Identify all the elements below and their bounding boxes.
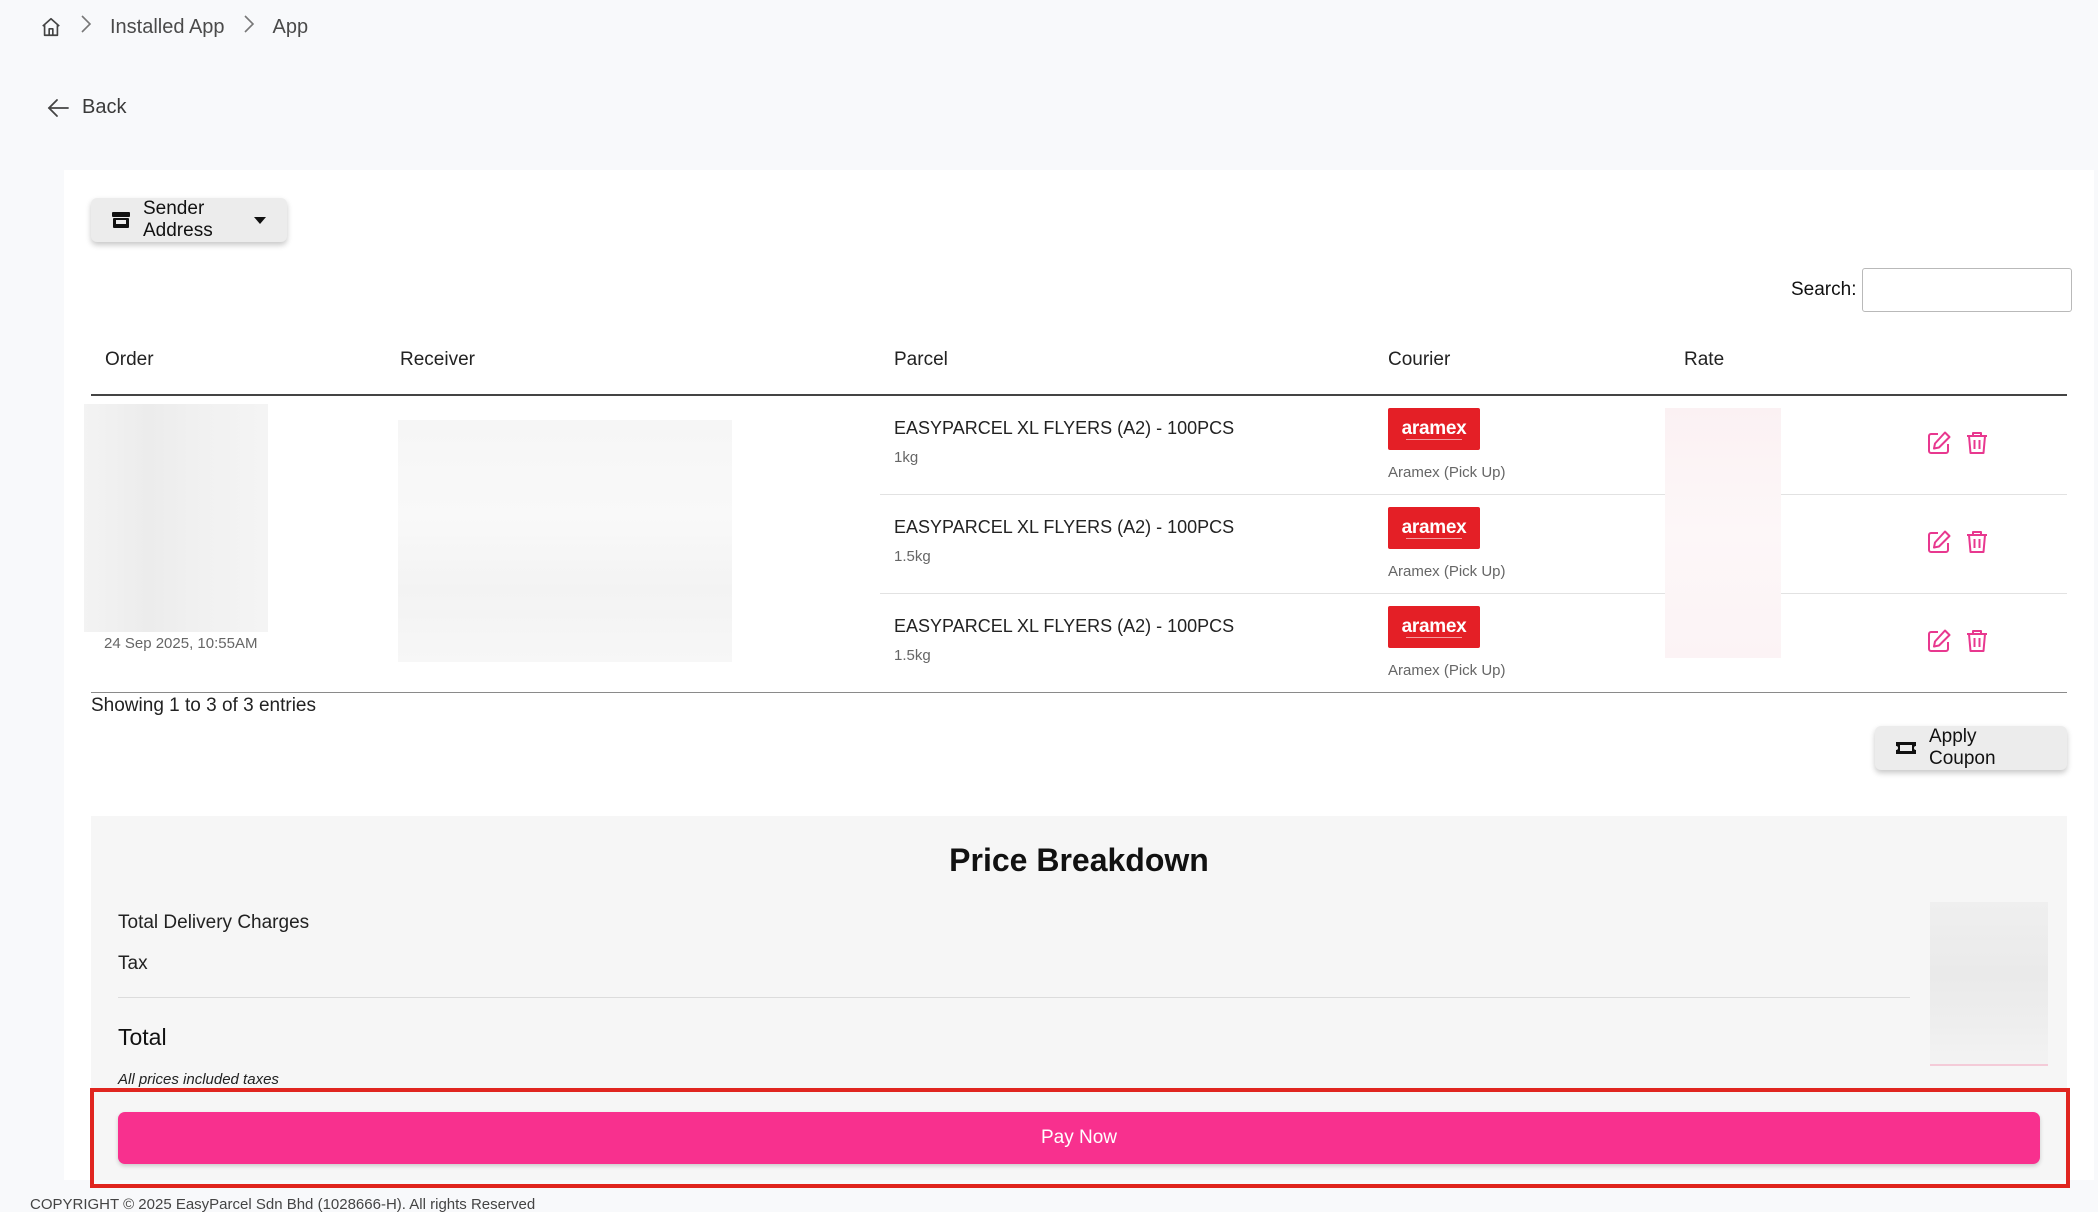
table-info: Showing 1 to 3 of 3 entries [91, 695, 316, 716]
chevron-right-icon [80, 14, 92, 40]
breadcrumb-app[interactable]: App [273, 16, 309, 39]
courier-cell: aramex Aramex (Pick Up) [1374, 494, 1670, 594]
parcel-cell: EASYPARCEL XL FLYERS (A2) - 100PCS 1.5kg [880, 494, 1374, 594]
edit-icon[interactable] [1926, 628, 1952, 659]
tax-note: All prices included taxes [118, 1071, 279, 1088]
header-receiver[interactable]: Receiver [386, 325, 880, 396]
chevron-right-icon [243, 14, 255, 40]
parcel-weight: 1kg [894, 449, 919, 466]
caret-down-icon [253, 215, 267, 225]
home-icon[interactable] [40, 16, 62, 38]
store-icon [111, 210, 131, 230]
rate-redacted [1665, 408, 1781, 658]
courier-cell: aramex Aramex (Pick Up) [1374, 593, 1670, 693]
trash-icon[interactable] [1964, 430, 1990, 461]
tax-label: Tax [118, 953, 148, 974]
pay-now-button[interactable]: Pay Now [118, 1112, 2040, 1164]
edit-icon[interactable] [1926, 529, 1952, 560]
parcel-weight: 1.5kg [894, 646, 931, 664]
aramex-logo: aramex [1388, 506, 1480, 549]
apply-coupon-button[interactable]: Apply Coupon [1875, 726, 2067, 770]
header-parcel[interactable]: Parcel [880, 325, 1374, 396]
courier-cell: aramex Aramex (Pick Up) [1374, 395, 1670, 495]
actions-cell [1860, 593, 2067, 693]
trash-icon[interactable] [1964, 529, 1990, 560]
sender-address-label: Sender Address [143, 198, 213, 241]
footer-copyright: COPYRIGHT © 2025 EasyParcel Sdn Bhd (102… [30, 1196, 536, 1212]
price-breakdown-title: Price Breakdown [949, 842, 1209, 878]
total-delivery-label: Total Delivery Charges [118, 912, 310, 933]
back-link[interactable]: Back [46, 96, 126, 119]
courier-service: Aramex (Pick Up) [1388, 562, 1506, 580]
sender-address-button[interactable]: Sender Address [91, 198, 287, 242]
trash-icon[interactable] [1964, 628, 1990, 659]
parcel-name: EASYPARCEL XL FLYERS (A2) - 100PCS [894, 615, 1235, 636]
price-values-redacted [1930, 902, 2048, 1066]
header-rate[interactable]: Rate [1670, 325, 1860, 396]
search-label: Search: [1791, 279, 1857, 300]
table-header-row: Order Receiver Parcel Courier Rate [91, 325, 2067, 396]
parcel-cell: EASYPARCEL XL FLYERS (A2) - 100PCS 1kg [880, 395, 1374, 495]
arrow-left-icon [46, 97, 70, 119]
header-order[interactable]: Order [91, 325, 386, 396]
actions-cell [1860, 395, 2067, 495]
search-input[interactable] [1862, 268, 2073, 312]
search-area: Search: [1791, 268, 2073, 312]
actions-cell [1860, 494, 2067, 594]
apply-coupon-label: Apply Coupon [1929, 726, 1996, 769]
breadcrumb-installed-app[interactable]: Installed App [110, 16, 225, 39]
parcel-name: EASYPARCEL XL FLYERS (A2) - 100PCS [894, 418, 1235, 438]
aramex-logo: aramex [1388, 408, 1480, 450]
order-date: 24 Sep 2025, 10:55AM [104, 635, 258, 652]
courier-service: Aramex (Pick Up) [1388, 464, 1506, 481]
receiver-redacted [398, 420, 732, 662]
parcel-cell: EASYPARCEL XL FLYERS (A2) - 100PCS 1.5kg [880, 593, 1374, 693]
total-label: Total [118, 1024, 167, 1050]
aramex-logo: aramex [1388, 605, 1480, 648]
header-actions [1860, 325, 2067, 396]
parcel-name: EASYPARCEL XL FLYERS (A2) - 100PCS [894, 516, 1235, 537]
breadcrumb: Installed App App [40, 14, 308, 40]
ticket-icon [1895, 739, 1917, 757]
divider [118, 997, 1910, 998]
parcel-weight: 1.5kg [894, 547, 931, 565]
courier-service: Aramex (Pick Up) [1388, 661, 1506, 679]
order-redacted [84, 404, 268, 632]
header-courier[interactable]: Courier [1374, 325, 1670, 396]
back-label: Back [82, 96, 127, 118]
main-card: Sender Address Search: Order Receiver Pa… [64, 170, 2094, 1180]
edit-icon[interactable] [1926, 430, 1952, 461]
